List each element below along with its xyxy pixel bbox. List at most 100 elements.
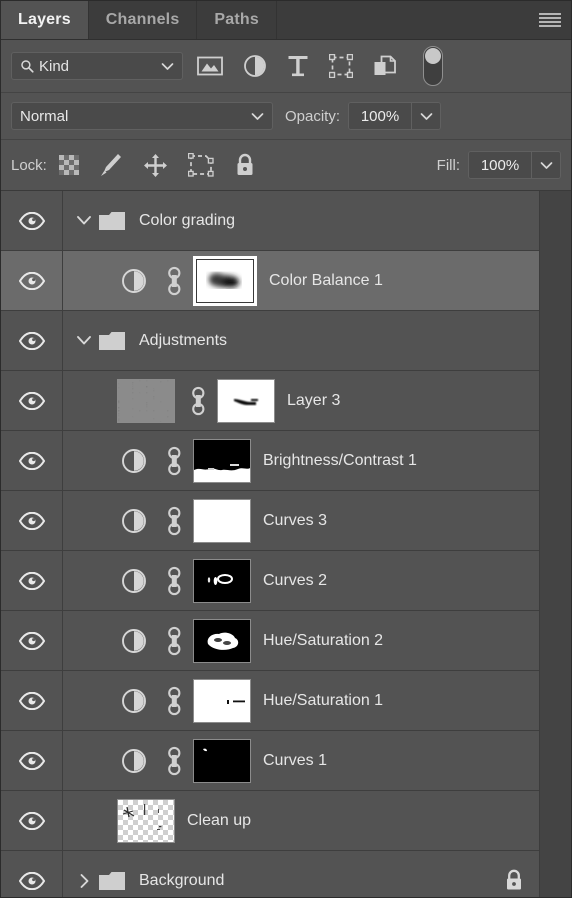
layer-visibility-eye-icon[interactable] [18,871,45,890]
layer-row-body[interactable]: Curves 1 [63,731,542,790]
mask-link-icon[interactable] [166,626,183,656]
layer-visibility-toggle[interactable] [1,731,63,790]
layer-row[interactable]: Curves 1 [1,731,542,791]
layer-visibility-eye-icon[interactable] [18,691,45,710]
layer-visibility-eye-icon[interactable] [18,751,45,770]
mask-link-icon[interactable] [166,686,183,716]
mask-link-icon[interactable] [166,266,183,296]
layer-row-body[interactable]: Layer 3 [63,371,542,430]
layer-visibility-eye-icon[interactable] [18,511,45,530]
layer-visibility-eye-icon[interactable] [18,811,45,830]
layer-visibility-toggle[interactable] [1,191,63,250]
filter-kind-select[interactable]: Kind [11,52,183,80]
mask-link-toggle[interactable] [161,686,187,716]
lock-position-move-icon[interactable] [143,153,168,178]
layer-mask-thumbnail[interactable] [193,618,251,663]
mask-link-toggle[interactable] [161,746,187,776]
mask-link-toggle[interactable] [185,386,211,416]
filter-enable-toggle[interactable] [423,46,443,86]
mask-link-toggle[interactable] [161,566,187,596]
layer-visibility-toggle[interactable] [1,251,63,310]
group-twisty[interactable] [73,335,95,346]
adjustment-thumbnail[interactable] [117,448,151,474]
smart-object-filter-icon[interactable] [373,54,397,78]
tab-layers[interactable]: Layers [1,1,89,39]
lock-all-padlock-icon[interactable] [234,153,256,177]
layer-thumbnail[interactable] [117,798,175,843]
lock-transparent-pixels-icon[interactable] [58,155,79,175]
group-expand-chevron-down-icon[interactable] [76,335,92,346]
pixel-layer-filter-icon[interactable] [197,55,223,77]
layer-visibility-eye-icon[interactable] [18,631,45,650]
layer-row[interactable]: Hue/Saturation 1 [1,671,542,731]
opacity-field[interactable]: 100% [348,102,442,130]
layer-row-body[interactable]: Color Balance 1 [63,251,542,310]
fill-dropdown-button[interactable] [532,152,560,178]
layer-row-body[interactable]: Hue/Saturation 1 [63,671,542,730]
layer-list-scrollbar[interactable] [539,191,571,897]
adjustment-thumbnail[interactable] [117,688,151,714]
tab-paths[interactable]: Paths [197,1,277,39]
mask-link-icon[interactable] [166,566,183,596]
layer-mask-thumbnail[interactable] [193,738,251,783]
mask-link-icon[interactable] [190,386,207,416]
layer-visibility-eye-icon[interactable] [18,571,45,590]
lock-image-pixels-brush-icon[interactable] [99,152,123,178]
mask-link-toggle[interactable] [161,266,187,296]
layer-mask-thumbnail[interactable] [217,378,275,423]
adjustment-thumbnail[interactable] [117,268,151,294]
layer-visibility-toggle[interactable] [1,611,63,670]
adjustment-thumbnail[interactable] [117,508,151,534]
layer-row[interactable]: Layer 3 [1,371,542,431]
layer-visibility-eye-icon[interactable] [18,451,45,470]
layer-thumbnail[interactable] [117,378,175,423]
blend-mode-select[interactable]: Normal [11,102,273,130]
adjustment-layer-filter-icon[interactable] [243,54,267,78]
fill-value[interactable]: 100% [469,152,532,178]
mask-link-icon[interactable] [166,506,183,536]
layer-visibility-eye-icon[interactable] [18,211,45,230]
layer-visibility-toggle[interactable] [1,671,63,730]
adjustment-thumbnail[interactable] [117,748,151,774]
lock-artboard-nesting-icon[interactable] [187,153,214,177]
layer-row-body[interactable]: Adjustments [63,311,542,370]
tab-channels[interactable]: Channels [88,1,198,39]
layer-visibility-toggle[interactable] [1,371,63,430]
layer-row-body[interactable]: Curves 2 [63,551,542,610]
layer-row-body[interactable]: Background [63,851,542,897]
fill-field[interactable]: 100% [468,151,561,179]
adjustment-thumbnail[interactable] [117,628,151,654]
mask-link-icon[interactable] [166,746,183,776]
group-twisty[interactable] [73,215,95,226]
layer-row[interactable]: Curves 2 [1,551,542,611]
layer-row-body[interactable]: Clean up [63,791,542,850]
layer-row[interactable]: Color Balance 1 [1,251,542,311]
layer-visibility-toggle[interactable] [1,491,63,550]
mask-link-toggle[interactable] [161,446,187,476]
layer-visibility-toggle[interactable] [1,851,63,897]
mask-link-toggle[interactable] [161,626,187,656]
layer-row[interactable]: Adjustments [1,311,542,371]
layer-row-body[interactable]: Brightness/Contrast 1 [63,431,542,490]
layer-row[interactable]: Background [1,851,542,897]
layer-row[interactable]: Clean up [1,791,542,851]
group-expand-chevron-down-icon[interactable] [76,215,92,226]
opacity-value[interactable]: 100% [349,103,413,129]
layer-visibility-toggle[interactable] [1,311,63,370]
layer-row[interactable]: Brightness/Contrast 1 [1,431,542,491]
layer-visibility-eye-icon[interactable] [18,331,45,350]
layer-mask-thumbnail[interactable] [193,558,251,603]
layer-list[interactable]: Color grading Color Balance 1 Adjustment… [1,191,571,897]
layer-row-body[interactable]: Color grading [63,191,542,250]
layer-row[interactable]: Curves 3 [1,491,542,551]
layer-mask-thumbnail[interactable] [193,498,251,543]
layer-mask-thumbnail[interactable] [193,678,251,723]
layer-row-body[interactable]: Hue/Saturation 2 [63,611,542,670]
opacity-dropdown-button[interactable] [412,103,441,129]
layer-row-body[interactable]: Curves 3 [63,491,542,550]
mask-link-icon[interactable] [166,446,183,476]
layer-mask-thumbnail[interactable] [193,438,251,483]
layer-visibility-toggle[interactable] [1,431,63,490]
layer-row[interactable]: Color grading [1,191,542,251]
group-expand-chevron-right-icon[interactable] [79,873,90,889]
